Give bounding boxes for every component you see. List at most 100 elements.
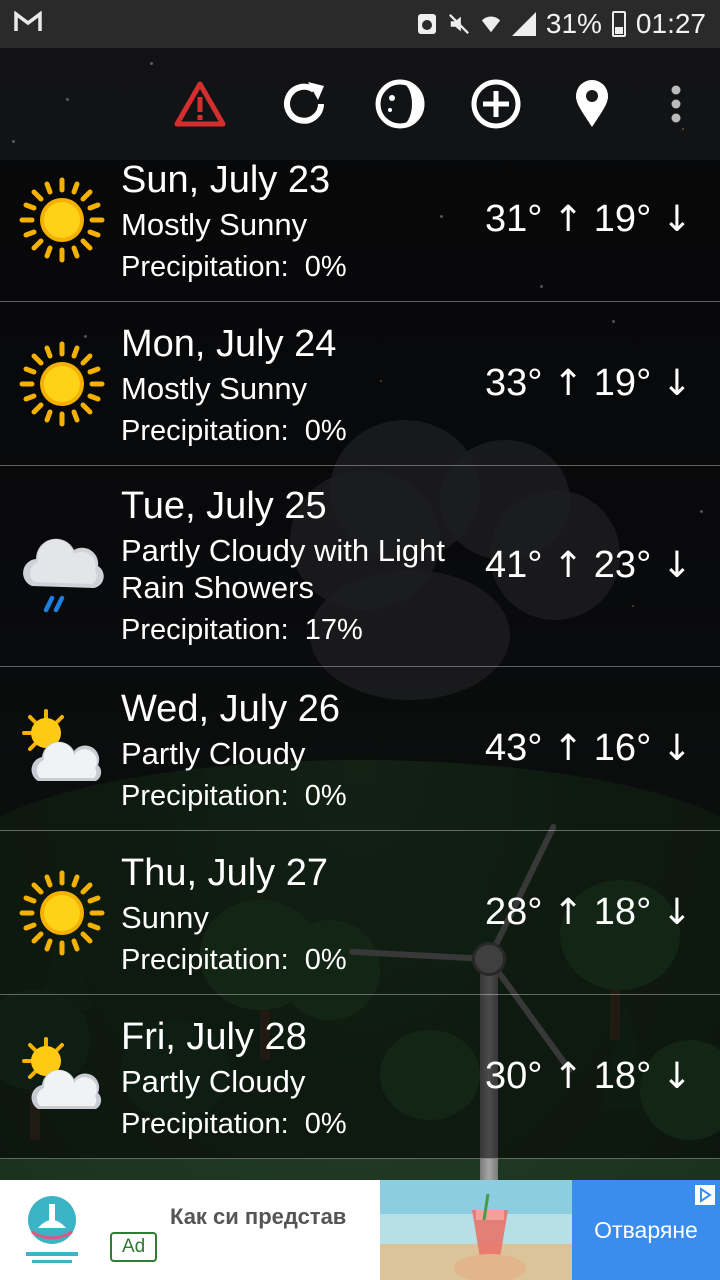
battery-percent: 31% bbox=[545, 8, 602, 39]
forecast-precipitation: Precipitation: 0% bbox=[121, 778, 347, 814]
status-bar: 31% 01:27 bbox=[0, 0, 720, 48]
precipitation-value: 0% bbox=[304, 944, 347, 976]
precipitation-label: Precipitation: bbox=[121, 1108, 289, 1140]
recycle-icon bbox=[417, 14, 436, 34]
sun-icon bbox=[19, 341, 105, 427]
advertiser-logo bbox=[26, 1196, 78, 1263]
moon-phase-button[interactable] bbox=[372, 76, 428, 132]
precipitation-label: Precipitation: bbox=[121, 944, 289, 976]
add-location-button[interactable] bbox=[468, 76, 524, 132]
battery-icon bbox=[611, 11, 626, 37]
forecast-list[interactable]: Sun, July 23 Mostly Sunny Precipitation:… bbox=[0, 159, 720, 1159]
forecast-day: Fri, July 28 bbox=[121, 1016, 307, 1058]
my-location-button[interactable] bbox=[564, 76, 620, 132]
overflow-menu-icon bbox=[671, 85, 681, 123]
arrow-up-icon: ↑ bbox=[553, 728, 584, 769]
forecast-condition-line2: Rain Showers bbox=[121, 570, 314, 605]
forecast-row[interactable]: Wed, July 26 Partly Cloudy Precipitation… bbox=[0, 667, 720, 831]
temp-low: 18° bbox=[593, 1055, 652, 1097]
sun-icon bbox=[19, 177, 105, 263]
arrow-down-icon: ↓ bbox=[661, 1056, 692, 1097]
ad-title[interactable]: Как си представ bbox=[170, 1204, 370, 1230]
forecast-day: Tue, July 25 bbox=[121, 485, 327, 527]
add-location-icon bbox=[471, 79, 521, 129]
temp-high: 28° bbox=[485, 891, 543, 933]
precipitation-label: Precipitation: bbox=[121, 780, 289, 812]
refresh-button[interactable] bbox=[276, 76, 332, 132]
temp-high: 43° bbox=[485, 727, 543, 769]
precipitation-label: Precipitation: bbox=[121, 614, 289, 646]
forecast-row[interactable]: Thu, July 27 Sunny Precipitation: 0% 28°… bbox=[0, 831, 720, 995]
forecast-temps: 41° ↑ 23° ↓ bbox=[485, 544, 692, 587]
precipitation-value: 0% bbox=[304, 415, 347, 447]
arrow-down-icon: ↓ bbox=[661, 199, 692, 240]
arrow-up-icon: ↑ bbox=[553, 545, 584, 586]
arrow-down-icon: ↓ bbox=[661, 363, 692, 404]
forecast-day: Wed, July 26 bbox=[121, 688, 340, 730]
rain-cloud-icon bbox=[23, 538, 104, 613]
temp-low: 19° bbox=[593, 362, 652, 404]
adchoices-icon[interactable] bbox=[694, 1184, 716, 1206]
temp-low: 23° bbox=[593, 544, 652, 586]
overflow-menu-button[interactable] bbox=[648, 76, 704, 132]
forecast-temps: 43° ↑ 16° ↓ bbox=[485, 727, 692, 770]
forecast-temps: 30° ↑ 18° ↓ bbox=[485, 1055, 692, 1098]
precipitation-value: 0% bbox=[304, 1108, 347, 1140]
ad-banner[interactable]: Как си представ Ad Отваряне bbox=[0, 1180, 720, 1280]
sun-icon bbox=[19, 870, 105, 956]
moon-phase-icon bbox=[375, 79, 425, 129]
forecast-temps: 33° ↑ 19° ↓ bbox=[485, 362, 692, 405]
temp-high: 30° bbox=[485, 1055, 543, 1097]
precipitation-label: Precipitation: bbox=[121, 251, 289, 283]
signal-icon bbox=[511, 12, 536, 36]
arrow-up-icon: ↑ bbox=[553, 363, 584, 404]
temp-high: 41° bbox=[485, 544, 543, 586]
arrow-up-icon: ↑ bbox=[553, 892, 584, 933]
temp-high: 31° bbox=[485, 198, 543, 240]
forecast-precipitation: Precipitation: 0% bbox=[121, 413, 347, 449]
forecast-row[interactable]: Sun, July 23 Mostly Sunny Precipitation:… bbox=[0, 159, 720, 302]
forecast-condition: Sunny bbox=[121, 900, 209, 935]
clock: 01:27 bbox=[635, 8, 706, 39]
precipitation-value: 0% bbox=[304, 780, 347, 812]
forecast-precipitation: Precipitation: 0% bbox=[121, 1106, 347, 1142]
forecast-temps: 28° ↑ 18° ↓ bbox=[485, 891, 692, 934]
forecast-day: Sun, July 23 bbox=[121, 159, 331, 201]
weather-alert-button[interactable] bbox=[172, 76, 228, 132]
temp-low: 16° bbox=[593, 727, 652, 769]
forecast-precipitation: Precipitation: 17% bbox=[121, 612, 445, 648]
forecast-precipitation: Precipitation: 0% bbox=[121, 249, 347, 285]
arrow-down-icon: ↓ bbox=[661, 545, 692, 586]
forecast-day: Thu, July 27 bbox=[121, 852, 328, 894]
ad-badge: Ad bbox=[110, 1232, 158, 1262]
warning-icon bbox=[174, 81, 226, 127]
ad-image[interactable] bbox=[380, 1180, 572, 1280]
partly-cloudy-icon bbox=[22, 1037, 102, 1109]
temp-low: 19° bbox=[593, 198, 652, 240]
forecast-condition: Partly Cloudy bbox=[121, 1064, 306, 1099]
forecast-row[interactable]: Fri, July 28 Partly Cloudy Precipitation… bbox=[0, 995, 720, 1159]
temp-high: 33° bbox=[485, 362, 543, 404]
temp-low: 18° bbox=[593, 891, 652, 933]
arrow-down-icon: ↓ bbox=[661, 892, 692, 933]
gmail-icon bbox=[14, 8, 42, 40]
precipitation-label: Precipitation: bbox=[121, 415, 289, 447]
cocktail-photo-icon bbox=[380, 1180, 572, 1280]
location-pin-icon bbox=[576, 80, 608, 127]
refresh-icon bbox=[284, 82, 324, 124]
forecast-day: Mon, July 24 bbox=[121, 323, 337, 365]
forecast-precipitation: Precipitation: 0% bbox=[121, 942, 347, 978]
forecast-row[interactable]: Tue, July 25 Partly Cloudy with Light Ra… bbox=[0, 466, 720, 667]
partly-cloudy-icon bbox=[22, 709, 102, 781]
precipitation-value: 17% bbox=[304, 614, 363, 646]
mute-icon bbox=[448, 14, 469, 34]
forecast-row[interactable]: Mon, July 24 Mostly Sunny Precipitation:… bbox=[0, 302, 720, 466]
arrow-up-icon: ↑ bbox=[553, 199, 584, 240]
app-toolbar bbox=[0, 48, 720, 160]
precipitation-value: 0% bbox=[304, 251, 347, 283]
forecast-temps: 31° ↑ 19° ↓ bbox=[485, 198, 692, 241]
arrow-down-icon: ↓ bbox=[661, 728, 692, 769]
forecast-condition-line1: Partly Cloudy with Light bbox=[121, 533, 445, 568]
wifi-icon bbox=[481, 16, 501, 33]
forecast-condition: Mostly Sunny bbox=[121, 371, 308, 406]
